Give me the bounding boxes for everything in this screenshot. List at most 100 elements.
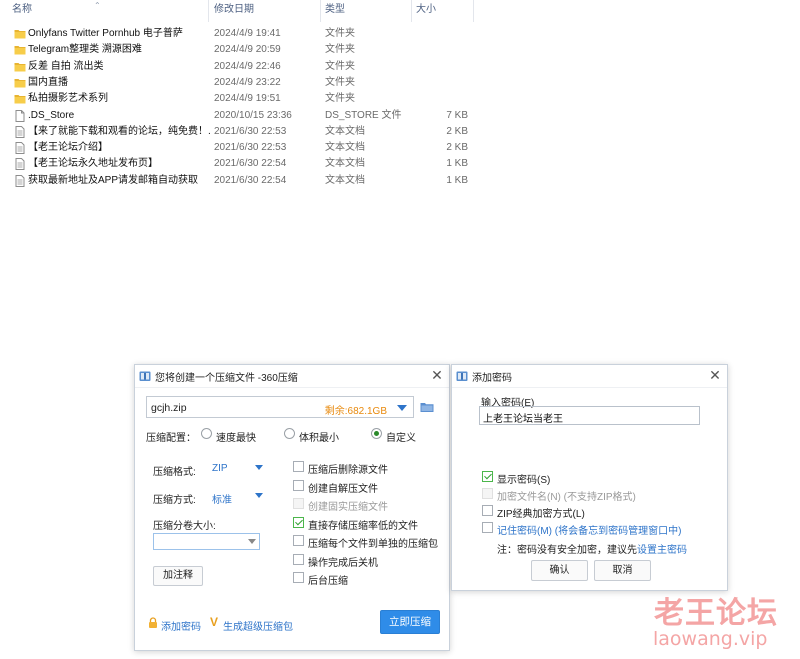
compress-dialog-titlebar[interactable]: 您将创建一个压缩文件 -360压缩 ✕ [135, 365, 449, 388]
file-row[interactable]: Onlyfans Twitter Pornhub 电子普萨 2024/4/9 19… [0, 26, 475, 42]
confirm-button[interactable]: 确认 [531, 560, 588, 581]
file-row[interactable]: 获取最新地址及APP请发邮箱自动获取 2021/6/30 22:54 文本文档 1 K… [0, 173, 475, 189]
compress-dialog-title: 您将创建一个压缩文件 -360压缩 [155, 373, 298, 384]
set-master-password-link[interactable]: 设置主密码 [637, 545, 687, 556]
password-dialog: 添加密码 ✕ 输入密码(E) 上老王论坛当老王 显示密码(S) 加密文件名(N) … [451, 364, 728, 591]
file-size: 2 KB [446, 125, 468, 137]
free-space-label: 剩余:682.1GB [324, 406, 387, 417]
option-label[interactable]: 创建自解压文件 [308, 480, 378, 495]
file-row[interactable]: 【老王论坛介绍】 2021/6/30 22:53 文本文档 2 KB [0, 140, 475, 156]
password-input[interactable]: 上老王论坛当老王 [479, 406, 700, 425]
password-option-checkbox[interactable] [482, 505, 493, 516]
file-size: 7 KB [446, 109, 468, 121]
security-note-text: 注：密码没有安全加密，建议先 [497, 545, 637, 556]
file-type: 文件夹 [325, 44, 355, 56]
password-option-label[interactable]: 显示密码(S) [497, 471, 550, 486]
option-checkbox[interactable] [293, 461, 304, 472]
option-checkbox[interactable] [293, 572, 304, 583]
file-name: 国内直播 [28, 76, 68, 88]
file-name: 反差 自拍 流出类 [28, 60, 104, 72]
column-divider[interactable] [208, 0, 209, 22]
method-value: 标准 [212, 495, 232, 506]
file-list-header: 名称 ⌃ 修改日期 类型 大小 [0, 0, 475, 22]
option-label[interactable]: 压缩每个文件到单独的压缩包 [308, 535, 438, 550]
chevron-down-icon [255, 493, 263, 498]
file-type: 文本文档 [325, 125, 365, 137]
file-name: Onlyfans Twitter Pornhub 电子普萨 [28, 28, 183, 39]
password-option-label[interactable]: ZIP经典加密方式(L) [497, 505, 585, 520]
column-header-date[interactable]: 修改日期 [210, 0, 320, 22]
password-option-checkbox[interactable] [482, 522, 493, 533]
method-select[interactable]: 标准 [209, 487, 265, 506]
filename-field[interactable]: gcjh.zip 剩余:682.1GB [146, 396, 414, 418]
file-date: 2024/4/9 23:22 [214, 76, 281, 88]
format-select[interactable]: ZIP [209, 459, 265, 477]
chevron-down-icon [255, 465, 263, 470]
file-row[interactable]: 私拍摄影艺术系列 2024/4/9 19:51 文件夹 [0, 91, 475, 107]
file-name: 【来了就能下载和观看的论坛，纯免费！... [28, 125, 210, 137]
close-icon[interactable]: ✕ [429, 367, 445, 383]
option-label[interactable]: 后台压缩 [308, 572, 348, 587]
password-option-label[interactable]: 记住密码(M) (将会备忘到密码管理窗口中) [497, 522, 681, 537]
password-option-checkbox[interactable] [482, 471, 493, 482]
add-comment-button[interactable]: 加注释 [153, 566, 203, 586]
lock-icon [149, 617, 157, 628]
filename-value: gcjh.zip [151, 402, 187, 414]
split-size-combo[interactable] [153, 533, 260, 550]
browse-folder-icon[interactable] [420, 401, 434, 413]
file-row[interactable]: 【老王论坛永久地址发布页】 2021/6/30 22:54 文本文档 1 KB [0, 156, 475, 172]
file-name: 【老王论坛永久地址发布页】 [28, 158, 158, 170]
file-row[interactable]: 国内直播 2024/4/9 23:22 文件夹 [0, 75, 475, 91]
compress-dialog: 您将创建一个压缩文件 -360压缩 ✕ gcjh.zip 剩余:682.1GB … [134, 364, 450, 651]
security-note: 注：密码没有安全加密，建议先设置主密码 [497, 541, 687, 556]
option-checkbox[interactable] [293, 479, 304, 491]
column-header-name[interactable]: 名称 [8, 0, 208, 22]
radio-smallest-label[interactable]: 体积最小 [299, 429, 339, 444]
column-header-size[interactable]: 大小 [412, 0, 472, 22]
radio-custom-label[interactable]: 自定义 [386, 429, 416, 444]
option-label[interactable]: 压缩后删除源文件 [308, 461, 388, 476]
file-name: 【老王论坛介绍】 [28, 142, 108, 154]
file-date: 2024/4/9 22:46 [214, 60, 281, 72]
option-label[interactable]: 直接存储压缩率低的文件 [308, 517, 418, 532]
file-row[interactable]: 【来了就能下载和观看的论坛，纯免费！... 2021/6/30 22:53 文本文档… [0, 124, 475, 140]
radio-fastest-label[interactable]: 速度最快 [216, 429, 256, 444]
super-pack-icon: V [210, 615, 219, 629]
chevron-down-icon[interactable] [397, 405, 407, 411]
split-size-label: 压缩分卷大小: [153, 521, 216, 532]
file-type: 文本文档 [325, 174, 365, 186]
radio-fastest[interactable] [201, 428, 212, 439]
archive-app-icon [456, 371, 468, 381]
file-row[interactable]: 反差 自拍 流出类 2024/4/9 22:46 文件夹 [0, 59, 475, 75]
format-value: ZIP [212, 463, 228, 474]
file-size: 1 KB [446, 158, 468, 170]
column-header-type[interactable]: 类型 [321, 0, 411, 22]
option-checkbox[interactable] [293, 535, 304, 546]
watermark-title: 老王论坛 [654, 596, 778, 631]
file-size: 2 KB [446, 142, 468, 154]
option-checkbox[interactable] [293, 553, 304, 565]
option-checkbox[interactable] [293, 516, 304, 528]
file-date: 2021/6/30 22:54 [214, 174, 287, 186]
file-row[interactable]: Telegram整理类 溯源困难 2024/4/9 20:59 文件夹 [0, 42, 475, 58]
file-date: 2020/10/15 23:36 [214, 109, 292, 121]
option-label[interactable]: 操作完成后关机 [308, 554, 378, 569]
add-password-link[interactable]: 添加密码 [161, 618, 201, 633]
sort-chevron-icon: ⌃ [94, 1, 101, 10]
file-type: 文本文档 [325, 142, 365, 154]
archive-app-icon [139, 371, 151, 381]
file-row[interactable]: .DS_Store 2020/10/15 23:36 DS_STORE 文件 7 KB [0, 108, 475, 124]
super-pack-link[interactable]: 生成超级压缩包 [223, 618, 293, 633]
password-option-checkbox [482, 488, 493, 499]
cancel-button[interactable]: 取消 [594, 560, 651, 581]
radio-custom[interactable] [371, 428, 382, 439]
password-dialog-titlebar[interactable]: 添加密码 ✕ [452, 365, 727, 388]
compress-now-button[interactable]: 立即压缩 [380, 610, 440, 634]
chevron-down-icon [248, 539, 256, 544]
file-date: 2021/6/30 22:53 [214, 142, 287, 154]
close-icon[interactable]: ✕ [707, 367, 723, 383]
password-value: 上老王论坛当老王 [483, 414, 563, 425]
file-name: 获取最新地址及APP请发邮箱自动获取 [28, 174, 199, 186]
radio-smallest[interactable] [284, 428, 295, 439]
column-divider[interactable] [473, 0, 474, 22]
